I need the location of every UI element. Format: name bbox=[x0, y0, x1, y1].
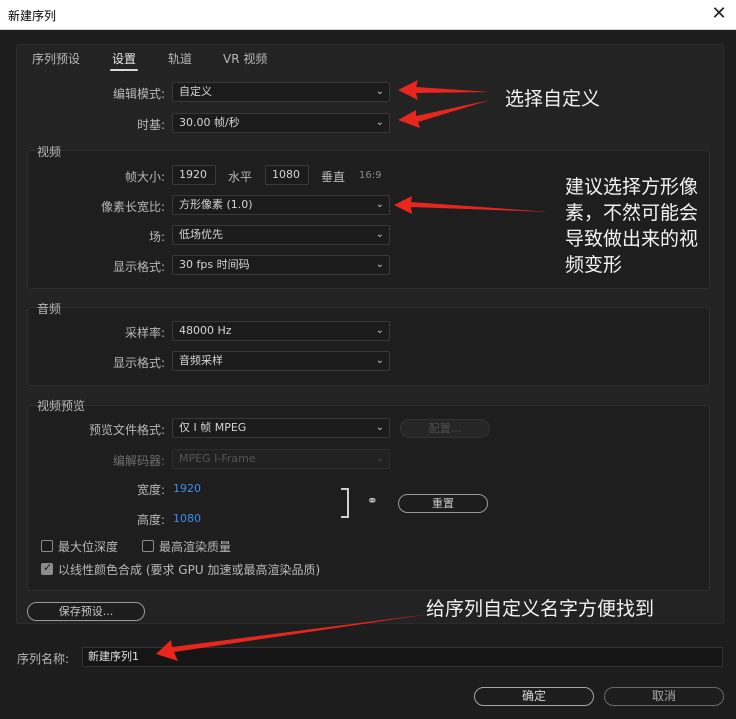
audio-section-title: 音频 bbox=[37, 302, 62, 316]
chevron-down-icon: ⌄ bbox=[375, 86, 384, 97]
aspect-ratio-text: 16:9 bbox=[359, 170, 382, 181]
timebase-value: 30.00 帧/秒 bbox=[179, 116, 240, 129]
horizontal-label: 水平 bbox=[228, 170, 253, 184]
annotation-custom: 选择自定义 bbox=[505, 88, 601, 110]
preview-height-label: 高度: bbox=[136, 513, 165, 527]
video-display-format-label: 显示格式: bbox=[112, 260, 165, 274]
sample-rate-value: 48000 Hz bbox=[179, 324, 232, 337]
frame-size-label: 帧大小: bbox=[124, 170, 165, 184]
preview-height-value[interactable]: 1080 bbox=[173, 512, 201, 525]
annotation-line: 建议选择方形像 bbox=[565, 176, 699, 198]
pixel-aspect-label: 像素长宽比: bbox=[100, 200, 165, 214]
link-bracket bbox=[341, 488, 349, 518]
preview-file-format-label: 预览文件格式: bbox=[88, 423, 165, 437]
chevron-down-icon: ⌄ bbox=[375, 453, 384, 464]
sequence-name-label: 序列名称: bbox=[17, 652, 70, 666]
video-preview-section-title: 视频预览 bbox=[37, 399, 86, 413]
preview-file-format-dropdown[interactable]: 仅 I 帧 MPEG ⌄ bbox=[172, 418, 390, 438]
codec-value: MPEG I-Frame bbox=[179, 452, 256, 465]
editing-mode-dropdown[interactable]: 自定义 ⌄ bbox=[172, 82, 390, 102]
timebase-label: 时基: bbox=[136, 118, 165, 132]
pixel-aspect-value: 方形像素 (1.0) bbox=[179, 198, 253, 211]
chevron-down-icon: ⌄ bbox=[375, 117, 384, 128]
max-render-quality-checkbox[interactable] bbox=[142, 540, 154, 552]
editing-mode-label: 编辑模式: bbox=[112, 87, 165, 101]
annotation-line: 频变形 bbox=[565, 254, 623, 276]
tab-sequence-presets[interactable]: 序列预设 bbox=[32, 50, 80, 67]
annotation-line: 导致做出来的视 bbox=[565, 228, 699, 250]
video-display-format-value: 30 fps 时间码 bbox=[179, 258, 250, 271]
audio-section bbox=[27, 307, 710, 386]
fields-dropdown[interactable]: 低场优先 ⌄ bbox=[172, 225, 390, 245]
audio-display-format-label: 显示格式: bbox=[112, 356, 165, 370]
close-icon[interactable]: ✕ bbox=[702, 0, 736, 30]
editing-mode-value: 自定义 bbox=[179, 85, 212, 98]
annotation-square-pixels: 建议选择方形像 素，不然可能会 导致做出来的视 频变形 bbox=[565, 174, 698, 278]
sequence-name-input[interactable]: 新建序列1 bbox=[82, 647, 723, 667]
sample-rate-label: 采样率: bbox=[124, 326, 165, 340]
vertical-label: 垂直 bbox=[321, 170, 346, 184]
chevron-down-icon: ⌄ bbox=[375, 355, 384, 366]
preview-width-value[interactable]: 1920 bbox=[173, 482, 201, 495]
chevron-down-icon: ⌄ bbox=[375, 422, 384, 433]
video-display-format-dropdown[interactable]: 30 fps 时间码 ⌄ bbox=[172, 255, 390, 275]
chevron-down-icon: ⌄ bbox=[375, 229, 384, 240]
title-bar: 新建序列 ✕ bbox=[0, 0, 736, 30]
codec-dropdown[interactable]: MPEG I-Frame ⌄ bbox=[172, 449, 390, 469]
tab-tracks[interactable]: 轨道 bbox=[168, 50, 192, 67]
chevron-down-icon: ⌄ bbox=[375, 325, 384, 336]
tab-settings[interactable]: 设置 bbox=[109, 50, 139, 71]
sample-rate-dropdown[interactable]: 48000 Hz ⌄ bbox=[172, 321, 390, 341]
audio-display-format-value: 音频采样 bbox=[179, 354, 223, 367]
preview-file-format-value: 仅 I 帧 MPEG bbox=[179, 421, 247, 434]
chevron-down-icon: ⌄ bbox=[375, 199, 384, 210]
ok-button[interactable]: 确定 bbox=[474, 687, 594, 706]
save-preset-button[interactable]: 保存预设... bbox=[27, 602, 145, 621]
reset-button[interactable]: 重置 bbox=[398, 494, 488, 513]
video-section-title: 视频 bbox=[37, 145, 62, 159]
window-title: 新建序列 bbox=[8, 9, 57, 23]
linear-color-checkbox[interactable] bbox=[41, 561, 53, 575]
frame-width-input[interactable]: 1920 bbox=[172, 165, 216, 185]
configure-button[interactable]: 配置... bbox=[400, 419, 490, 438]
chevron-down-icon: ⌄ bbox=[375, 259, 384, 270]
pixel-aspect-dropdown[interactable]: 方形像素 (1.0) ⌄ bbox=[172, 195, 390, 215]
cancel-button[interactable]: 取消 bbox=[604, 687, 724, 706]
codec-label: 编解码器: bbox=[112, 454, 165, 468]
max-bit-depth-label: 最大位深度 bbox=[58, 540, 119, 554]
timebase-dropdown[interactable]: 30.00 帧/秒 ⌄ bbox=[172, 113, 390, 133]
linear-color-label: 以线性颜色合成 (要求 GPU 加速或最高渲染品质) bbox=[58, 563, 321, 577]
tab-vr-video[interactable]: VR 视频 bbox=[223, 50, 267, 67]
link-icon[interactable]: ⚭ bbox=[367, 494, 378, 509]
fields-value: 低场优先 bbox=[179, 228, 223, 241]
fields-label: 场: bbox=[148, 230, 165, 244]
max-bit-depth-checkbox[interactable] bbox=[41, 540, 53, 552]
annotation-line: 素，不然可能会 bbox=[565, 202, 699, 224]
annotation-name: 给序列自定义名字方便找到 bbox=[426, 598, 655, 620]
frame-height-input[interactable]: 1080 bbox=[265, 165, 309, 185]
preview-width-label: 宽度: bbox=[136, 483, 165, 497]
audio-display-format-dropdown[interactable]: 音频采样 ⌄ bbox=[172, 351, 390, 371]
max-render-quality-label: 最高渲染质量 bbox=[159, 540, 232, 554]
